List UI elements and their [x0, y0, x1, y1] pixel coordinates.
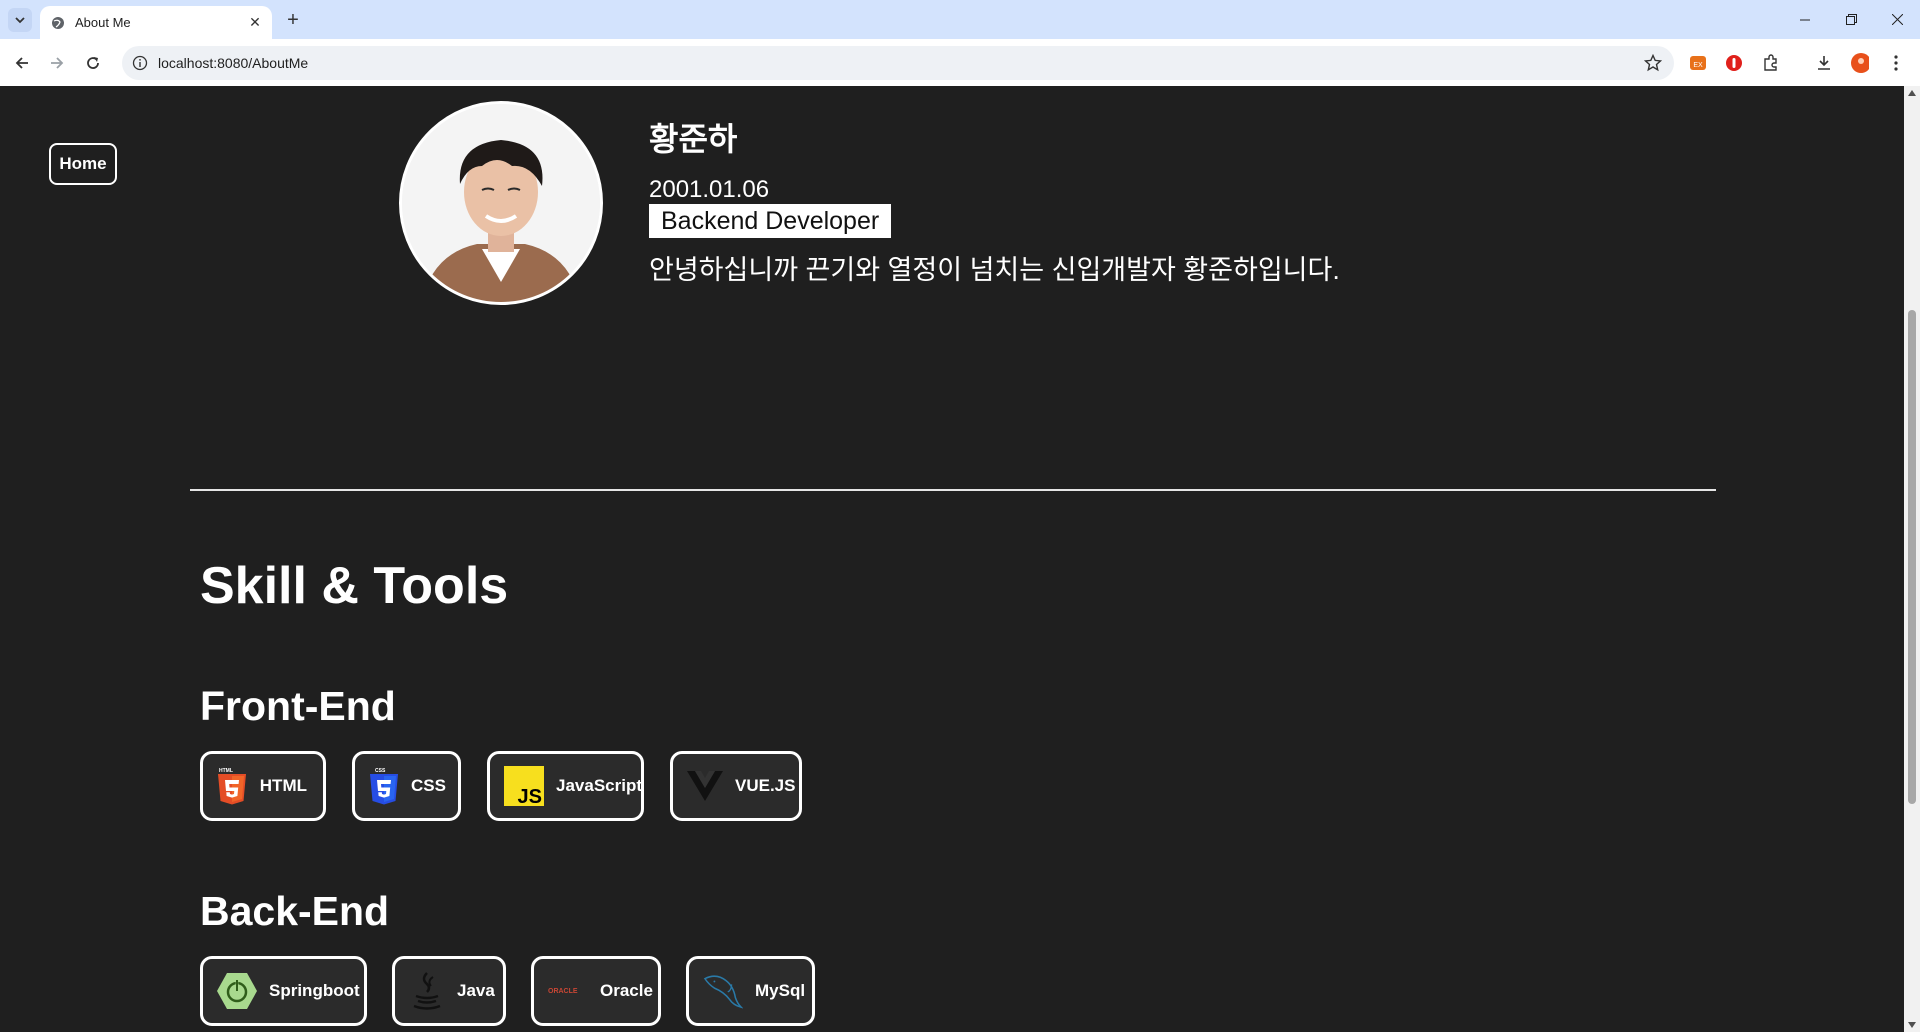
skill-label: MySql [755, 981, 806, 1000]
skill-label: CSS [411, 776, 446, 795]
skill-label: VUE.JS [735, 776, 796, 795]
skill-chip-vue[interactable]: VUE.JS [670, 751, 802, 821]
arrow-right-icon [51, 57, 64, 69]
profile-photo [399, 101, 603, 305]
section-divider [190, 489, 1716, 491]
html5-icon: HTML [217, 766, 248, 806]
profile-birthdate: 2001.01.06 [649, 176, 770, 203]
scroll-up-icon[interactable] [1908, 90, 1916, 96]
skill-chip-mysql[interactable]: MySql [686, 956, 815, 1026]
skill-label: HTML [259, 776, 307, 795]
mysql-icon [703, 971, 743, 1011]
chevron-down-icon [15, 17, 25, 24]
profile-role-badge: Backend Developer [649, 204, 892, 238]
reload-button[interactable] [79, 49, 107, 77]
new-tab-button[interactable]: + [282, 9, 304, 31]
minimize-button[interactable] [1782, 0, 1828, 39]
tab-list-button[interactable] [8, 8, 32, 32]
svg-text:EX: EX [1693, 62, 1703, 69]
svg-text:JS: JS [518, 786, 542, 806]
skill-chip-java[interactable]: Java [392, 956, 506, 1026]
globe-icon [50, 15, 66, 31]
skill-label: Java [457, 981, 495, 1000]
forward-button[interactable] [43, 49, 71, 77]
skill-chip-springboot[interactable]: Springboot [200, 956, 367, 1026]
profile-intro: 안녕하십니까 끈기와 열정이 넘치는 신입개발자 황준하입니다. [649, 255, 1340, 285]
spring-icon [217, 971, 257, 1011]
tab-about-me[interactable]: About Me ✕ [40, 6, 272, 39]
skill-chip-html[interactable]: HTML HTML [200, 751, 326, 821]
more-menu-icon[interactable] [1887, 54, 1905, 72]
skill-label: Oracle [600, 981, 653, 1000]
skill-chip-oracle[interactable]: ORACLE Oracle [531, 956, 661, 1026]
java-icon [409, 971, 445, 1011]
tab-title: About Me [75, 15, 131, 30]
arrow-left-icon [15, 57, 28, 69]
profile-name: 황준하 [649, 121, 738, 157]
javascript-icon: JS [504, 766, 544, 806]
css3-icon: CSS [369, 766, 399, 806]
skill-label: JavaScript [556, 776, 642, 795]
oracle-icon: ORACLE [548, 971, 588, 1011]
close-window-button[interactable] [1874, 0, 1920, 39]
scrollbar-thumb[interactable] [1908, 310, 1916, 804]
browser-toolbar: localhost:8080/AboutMe EX [0, 39, 1920, 86]
profile-avatar-icon[interactable] [1851, 53, 1869, 73]
page-content: Home 황준하 2001.01.06 Backend Developer 안녕… [0, 86, 1904, 1032]
scroll-down-icon[interactable] [1908, 1022, 1916, 1028]
page-scrollbar[interactable] [1904, 86, 1920, 1032]
reload-icon [87, 57, 99, 69]
skill-chip-css[interactable]: CSS CSS [352, 751, 461, 821]
skill-label: Springboot [269, 981, 360, 1000]
bookmark-star-icon[interactable] [1644, 54, 1662, 72]
skill-chip-javascript[interactable]: JS JavaScript [487, 751, 644, 821]
puzzle-extensions-icon[interactable] [1762, 54, 1780, 72]
close-tab-icon[interactable]: ✕ [244, 12, 266, 34]
vue-icon [687, 766, 723, 806]
url-text: localhost:8080/AboutMe [158, 55, 309, 71]
back-button[interactable] [8, 49, 36, 77]
site-info-icon[interactable] [132, 55, 148, 71]
backend-title: Back-End [200, 888, 390, 934]
browser-tabbar: About Me ✕ + [0, 0, 1920, 39]
svg-text:HTML: HTML [219, 768, 233, 774]
restore-button[interactable] [1828, 0, 1874, 39]
svg-text:CSS: CSS [375, 768, 386, 774]
adblock-icon[interactable] [1725, 54, 1743, 72]
skills-title: Skill & Tools [200, 557, 509, 615]
svg-text:ORACLE: ORACLE [548, 988, 578, 995]
extension-orange-icon[interactable]: EX [1689, 54, 1707, 72]
frontend-title: Front-End [200, 683, 396, 729]
download-icon[interactable] [1815, 54, 1833, 72]
address-bar[interactable]: localhost:8080/AboutMe [122, 46, 1674, 80]
home-button[interactable]: Home [49, 143, 117, 185]
